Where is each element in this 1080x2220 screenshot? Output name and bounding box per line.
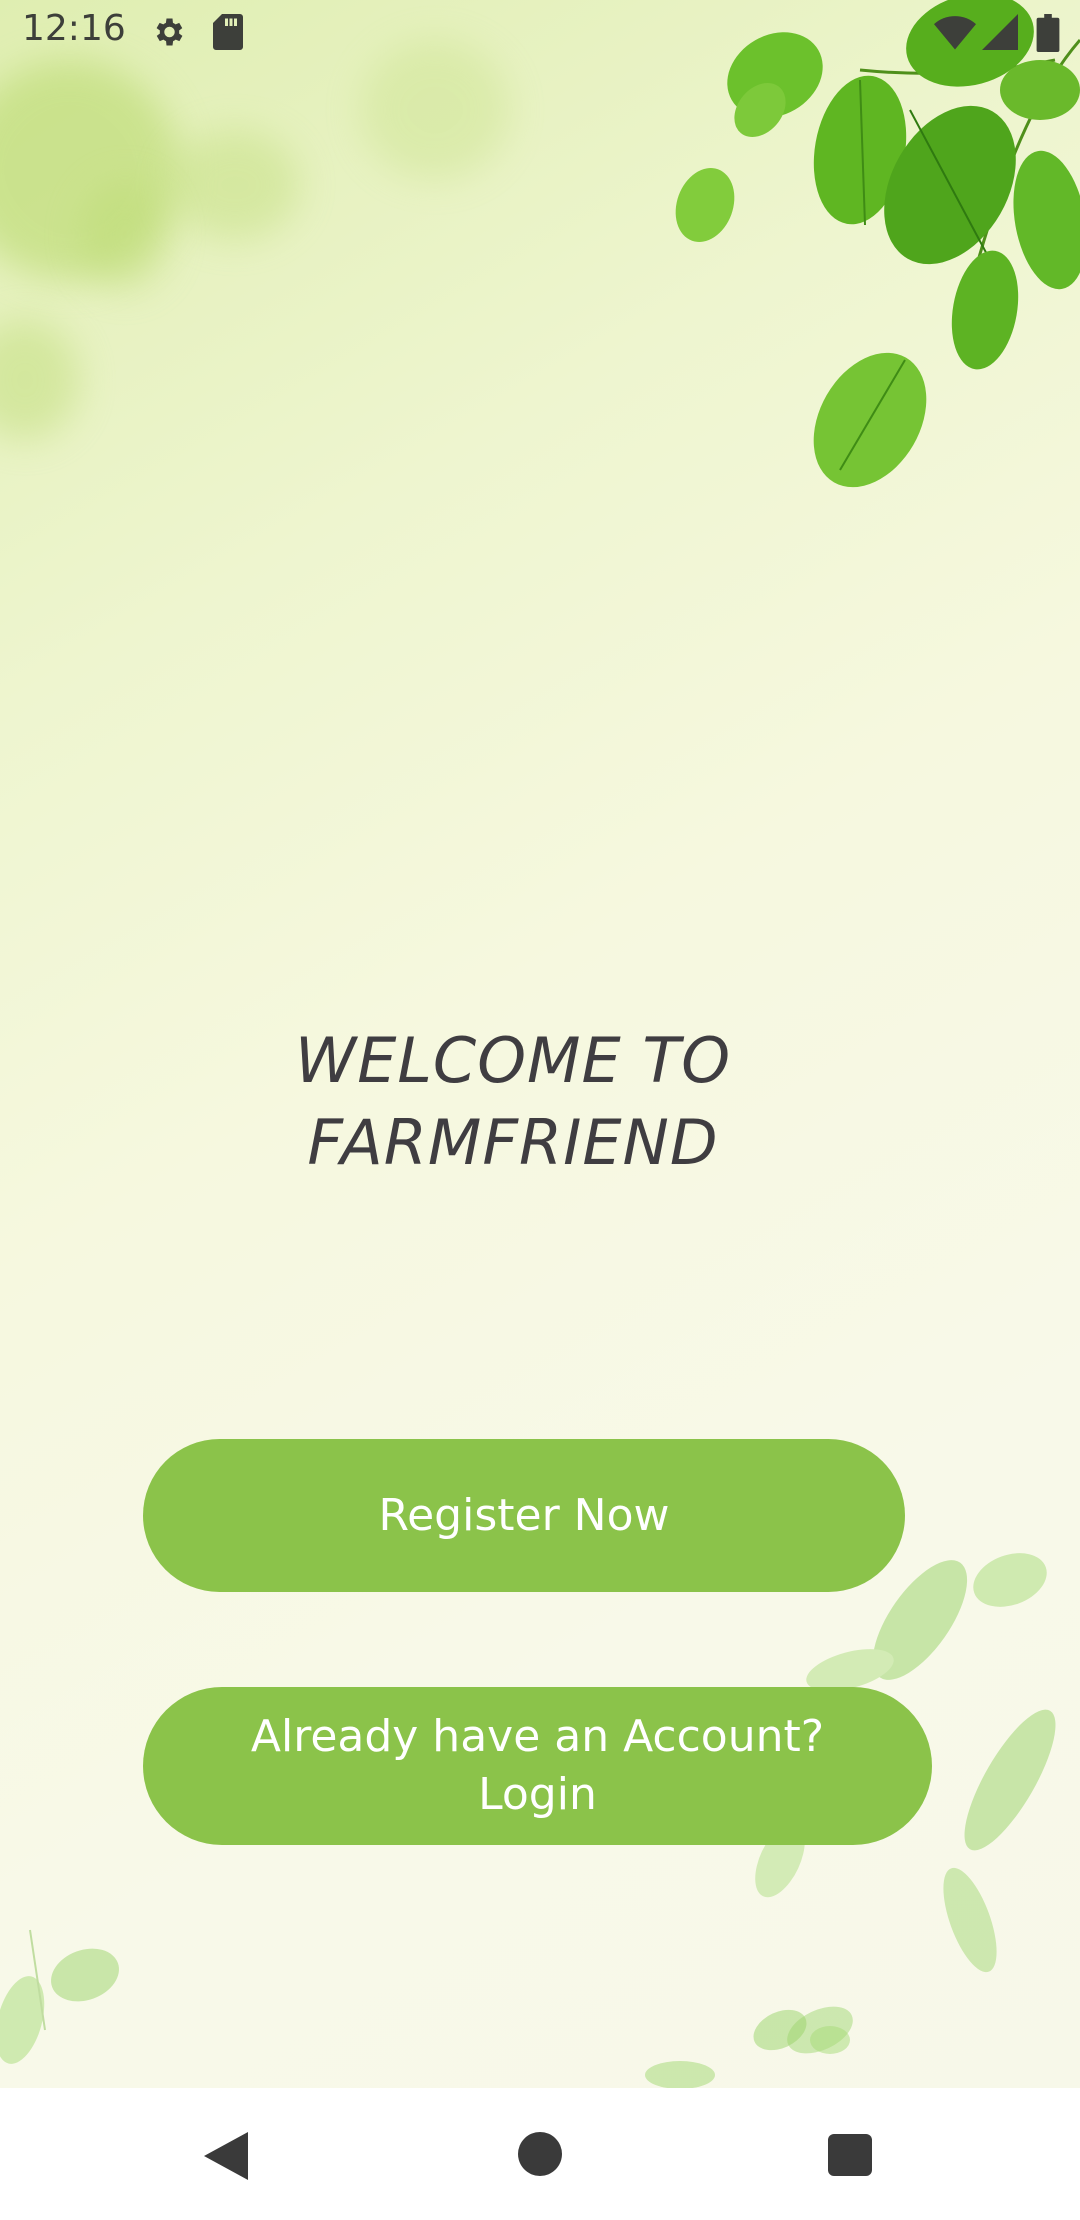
faint-leaves-decoration	[0, 1929, 119, 2064]
background-foliage	[170, 130, 300, 240]
faint-leaves-decoration	[645, 2009, 850, 2089]
settings-icon	[156, 18, 183, 46]
navigation-bar	[0, 2088, 1080, 2220]
status-bar: 12:16	[0, 0, 1080, 68]
register-now-button[interactable]: Register Now	[143, 1439, 905, 1592]
status-time: 12:16	[22, 8, 126, 49]
background-foliage	[80, 180, 170, 290]
login-label-line2: Login	[478, 1769, 597, 1820]
sd-card-icon	[213, 14, 243, 50]
battery-icon	[1036, 14, 1060, 52]
welcome-title: WELCOME TO FARMFRIEND	[0, 1020, 1080, 1184]
welcome-title-line1: WELCOME TO	[294, 1024, 732, 1097]
login-label-line1: Already have an Account?	[250, 1711, 825, 1762]
home-icon[interactable]	[518, 2132, 562, 2176]
register-now-label: Register Now	[378, 1489, 670, 1541]
login-button[interactable]: Already have an Account? Login	[143, 1687, 932, 1845]
background-foliage	[0, 320, 80, 440]
welcome-title-line2: FARMFRIEND	[307, 1106, 719, 1179]
wifi-icon	[934, 16, 976, 50]
welcome-screen: 12:16 WELCOME TO FARMFRIEND Register Now…	[0, 0, 1080, 2220]
back-icon[interactable]	[204, 2132, 248, 2180]
leaves-decoration	[675, 0, 1080, 488]
recents-icon[interactable]	[828, 2134, 872, 2176]
cell-signal-icon	[982, 14, 1018, 50]
